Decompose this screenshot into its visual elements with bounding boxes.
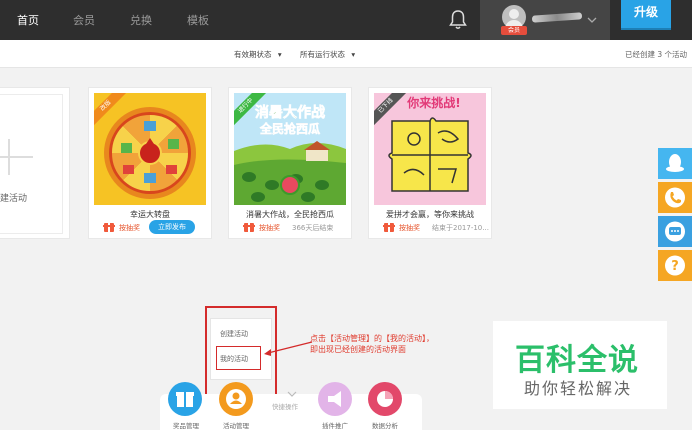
dock-label-data: 数据分析 — [372, 422, 398, 430]
draw-type-label: 按抽奖 — [119, 224, 140, 232]
draw-type-label: 按抽奖 — [259, 224, 280, 232]
gift-icon — [243, 222, 255, 232]
card-title: 消暑大作战，全民抢西瓜 — [246, 210, 334, 219]
gift-box-icon — [176, 392, 194, 407]
create-activity-label: 创建活动 — [0, 194, 28, 204]
tutorial-annotation: 点击【活动管理】的【我的活动】， 即出现已经创建的活动界面 — [310, 333, 434, 355]
gift-icon — [383, 222, 395, 232]
username-redacted — [531, 12, 583, 23]
chevron-down-icon — [587, 17, 597, 23]
watermark-logo: 百科全说 助你轻松解决 — [493, 321, 667, 409]
qq-penguin-icon — [666, 154, 684, 172]
activity-card-puzzle[interactable]: 你来挑战! 已下线 爱拼才会赢，等你来挑战 按抽奖 结束于2017-10... — [368, 87, 492, 239]
draw-type-label: 按抽奖 — [399, 224, 420, 232]
megaphone-icon — [328, 391, 341, 407]
publish-now-button[interactable]: 立即发布 — [149, 220, 195, 234]
dock-label-activity: 活动管理 — [223, 422, 249, 430]
dock-label-prize: 奖品管理 — [173, 422, 199, 430]
watermark-subtitle: 助你轻松解决 — [524, 379, 633, 398]
phone-icon — [665, 187, 685, 208]
lucky-wheel-thumbnail: 改版 — [94, 93, 206, 205]
nav-home[interactable]: 首页 — [17, 12, 39, 28]
chevron-down-icon[interactable] — [287, 390, 297, 398]
plus-icon-bar — [0, 156, 33, 158]
created-activity-count: 已经创建 3 个活动 — [624, 50, 687, 59]
activity-management-button[interactable] — [219, 382, 253, 416]
watermelon-thumbnail: 消暑大作战 全民抢西瓜 进行中 — [234, 93, 346, 205]
chevron-down-icon: ▾ — [351, 50, 356, 59]
svg-text:你来挑战!: 你来挑战! — [406, 95, 460, 110]
card-status-text: 结束于2017-10... — [432, 224, 489, 232]
puzzle-thumbnail: 你来挑战! 已下线 — [374, 93, 486, 205]
nav-templates[interactable]: 模板 — [187, 12, 209, 28]
card-title: 幸运大转盘 — [130, 210, 170, 219]
prize-management-button[interactable] — [168, 382, 202, 416]
annotation-arrow-icon — [264, 341, 313, 356]
chevron-down-icon: ▾ — [277, 50, 282, 59]
upgrade-button[interactable]: 升级 — [621, 0, 671, 30]
activity-card-lucky-wheel[interactable]: 改版 幸运大转盘 按抽奖 立即发布 — [88, 87, 212, 239]
data-analysis-button[interactable] — [368, 382, 402, 416]
member-badge: 会员 — [501, 26, 527, 35]
gift-icon — [103, 222, 115, 232]
card-status-text: 366天后结束 — [292, 224, 334, 232]
tutorial-highlight-my-activities — [216, 346, 261, 370]
filter-bar: 有效期状态 ▾ 所有运行状态 ▾ 已经创建 3 个活动 — [0, 40, 692, 68]
plugin-promotion-button[interactable] — [318, 382, 352, 416]
help-button[interactable]: ? — [658, 250, 692, 281]
phone-contact-button[interactable] — [658, 182, 692, 213]
running-status-filter[interactable]: 所有运行状态 ▾ — [300, 49, 355, 60]
activity-user-icon — [226, 389, 246, 409]
watermark-title: 百科全说 — [515, 343, 639, 378]
online-chat-button[interactable] — [658, 216, 692, 247]
pie-chart-icon — [377, 391, 393, 407]
activity-card-watermelon[interactable]: 消暑大作战 全民抢西瓜 进行中 消暑大作战，全民抢西瓜 按抽奖 366天后结束 — [228, 87, 352, 239]
validity-status-filter[interactable]: 有效期状态 ▾ — [234, 49, 282, 60]
lucky-wheel-illustration — [94, 93, 206, 205]
nav-exchange[interactable]: 兑换 — [130, 12, 152, 28]
running-filter-label: 所有运行状态 — [300, 50, 345, 59]
validity-filter-label: 有效期状态 — [234, 50, 272, 59]
create-card-frame: 创建活动 — [0, 94, 63, 234]
qq-contact-button[interactable] — [658, 148, 692, 179]
card-title: 爱拼才会赢，等你来挑战 — [386, 210, 474, 219]
svg-text:全民抢西瓜: 全民抢西瓜 — [259, 121, 320, 136]
annotation-line-2: 即出现已经创建的活动界面 — [310, 345, 406, 354]
dock-label-promotion: 插件推广 — [322, 422, 348, 430]
help-icon: ? — [665, 255, 685, 276]
nav-membership[interactable]: 会员 — [73, 12, 95, 28]
svg-text:?: ? — [671, 259, 679, 274]
create-activity-card[interactable]: 创建活动 — [0, 87, 70, 239]
watermelon-illustration: 消暑大作战 全民抢西瓜 — [234, 93, 346, 205]
annotation-line-1: 点击【活动管理】的【我的活动】， — [310, 334, 434, 343]
svg-text:消暑大作战: 消暑大作战 — [255, 104, 325, 121]
notification-bell-icon[interactable] — [448, 9, 468, 31]
puzzle-illustration: 你来挑战! — [374, 93, 486, 205]
top-navigation-bar: 首页 会员 兑换 模板 会员 升级 — [0, 0, 692, 40]
user-menu[interactable]: 会员 — [480, 0, 610, 40]
chat-icon — [665, 221, 685, 242]
quick-operations-label: 快捷操作 — [272, 403, 298, 411]
